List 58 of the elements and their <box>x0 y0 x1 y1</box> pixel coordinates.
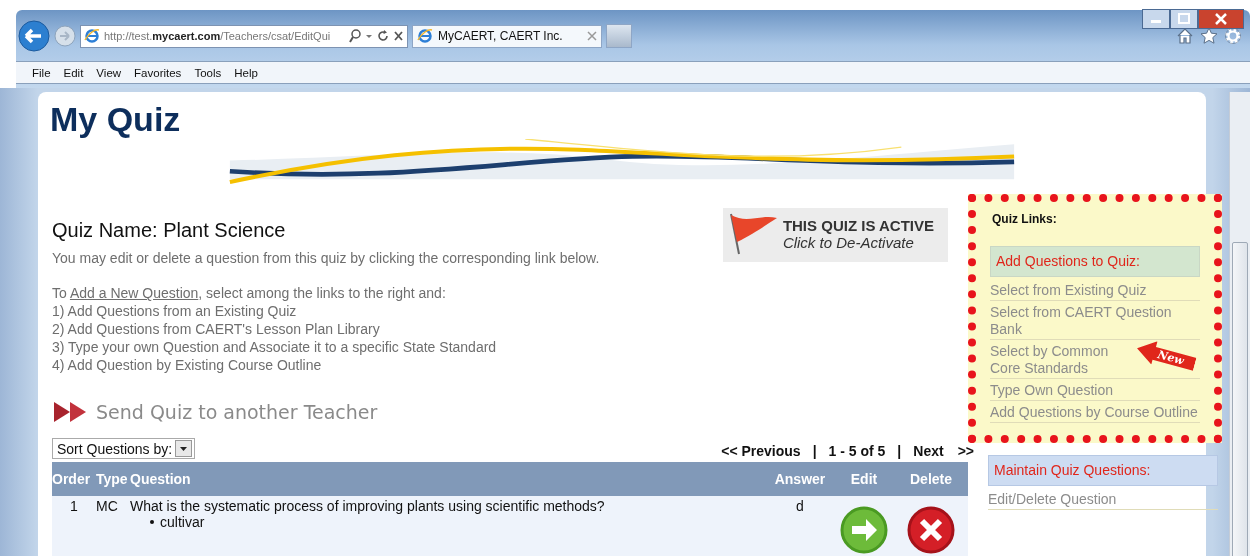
column-header: Answer <box>766 462 834 496</box>
step-text: 4) Add Question by Existing Course Outline <box>52 356 323 374</box>
star-icon[interactable] <box>1200 27 1218 45</box>
answer-option: cultivar <box>160 514 205 530</box>
panel-title: Quiz Links: <box>992 212 1058 226</box>
sort-dropdown[interactable]: Sort Questions by: <box>52 438 196 459</box>
step-text: 1) Add Questions from an Existing Quiz <box>52 302 298 320</box>
back-icon[interactable] <box>18 20 50 52</box>
menu-item[interactable]: Help <box>234 66 258 79</box>
column-header: Delete <box>894 462 968 496</box>
intro-text: You may edit or delete a question from this quiz by clicking the corresponding link below. <box>52 250 601 266</box>
step-text: 3) Type your own Question and Associate it to a specific State Standard <box>52 338 498 356</box>
section-heading: Maintain Quiz Questions: <box>988 455 1218 486</box>
quiz-link[interactable]: Edit/Delete Question <box>988 491 1117 508</box>
maximize-icon[interactable] <box>1170 9 1198 29</box>
table-cell: MC <box>96 496 130 556</box>
menu-item[interactable]: Edit <box>63 66 84 79</box>
separator-text: | <box>897 443 902 459</box>
instruction-text: To Add a New Question, select among the links to the right and: <box>52 284 447 302</box>
table-cell: 1 <box>52 496 96 556</box>
menu-item[interactable]: File <box>32 66 51 79</box>
minimize-icon[interactable] <box>1142 9 1170 29</box>
column-header: Order <box>52 462 96 496</box>
settings-icon[interactable] <box>1224 27 1242 45</box>
browser-logo-icon <box>84 28 100 44</box>
home-icon[interactable] <box>1176 27 1194 45</box>
menu-item[interactable]: Favorites <box>134 66 182 79</box>
browser-logo-icon <box>417 28 433 44</box>
stop-icon[interactable] <box>393 29 404 43</box>
column-header: Edit <box>834 462 894 496</box>
table-cell: d <box>766 496 834 556</box>
pagination-link[interactable]: << Previous <box>721 443 801 459</box>
column-header: Type <box>96 462 130 496</box>
quiz-name: Quiz Name: Plant Science <box>52 219 286 242</box>
scrollbar-thumb[interactable] <box>1232 242 1248 556</box>
close-icon[interactable] <box>1198 9 1244 29</box>
edit-icon[interactable] <box>840 506 888 554</box>
tab-close-icon[interactable] <box>587 31 597 41</box>
address-bar[interactable]: http://test.mycaert.com/Teachers/csat/EditQui <box>80 24 408 48</box>
question-text: What is the systematic process of improving plants using scientific methods? <box>130 498 606 514</box>
menu-item[interactable]: Tools <box>194 66 222 79</box>
page-title: My Quiz <box>49 99 182 139</box>
search-icon[interactable] <box>349 29 361 43</box>
column-header: Question <box>130 462 766 496</box>
pagination-link[interactable]: >> <box>957 443 974 459</box>
dropdown-icon <box>175 440 193 457</box>
refresh-icon[interactable] <box>377 29 389 43</box>
address-text: http://test.mycaert.com/Teachers/csat/EditQui <box>104 30 332 42</box>
separator-text: | <box>812 443 817 459</box>
bullet-icon <box>150 520 154 524</box>
step-text: 2) Add Questions from CAERT's Lesson Plan Library <box>52 320 381 338</box>
delete-icon[interactable] <box>907 506 955 554</box>
section-heading: Add Questions to Quiz: <box>990 246 1200 277</box>
menu-item[interactable]: View <box>96 66 122 79</box>
page-range: 1 - 5 of 5 <box>828 443 886 459</box>
quiz-active-toggle[interactable]: THIS QUIZ IS ACTIVE Click to De-Activate <box>722 208 948 262</box>
browser-tab[interactable]: MyCAERT, CAERT Inc. <box>412 24 602 48</box>
pagination-link[interactable]: Next <box>913 443 944 459</box>
